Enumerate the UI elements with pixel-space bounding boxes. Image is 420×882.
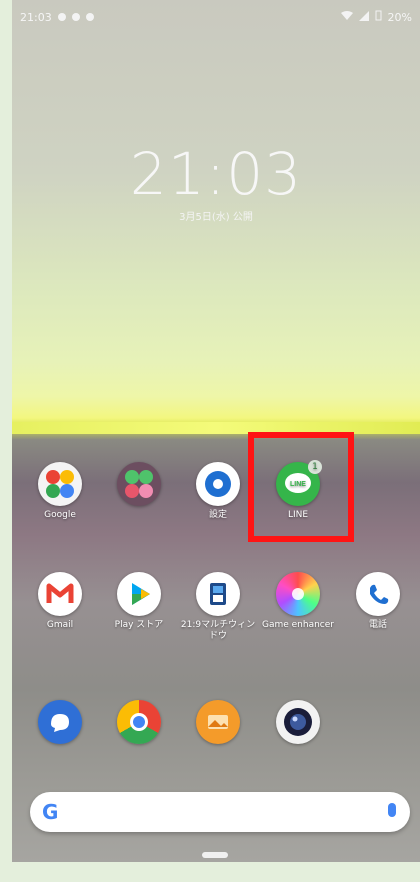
lockscreen-date: 3月5日(水) 公開: [179, 212, 253, 223]
gmail-icon: [38, 572, 82, 616]
app-label: 設定: [208, 510, 227, 520]
wifi-icon: [340, 10, 353, 24]
app-camera[interactable]: [258, 700, 338, 748]
signal-icon: [358, 10, 369, 24]
app-multiwindow[interactable]: 21:9マルチウィンドウ: [178, 572, 258, 642]
svg-text:LINE: LINE: [290, 481, 306, 488]
app-phone[interactable]: 電話: [338, 572, 418, 631]
app-folder[interactable]: [99, 462, 179, 510]
app-label: LINE: [287, 510, 309, 520]
app-label: Google: [44, 510, 76, 520]
gallery-icon: [196, 700, 240, 744]
wallpaper-band: [12, 422, 420, 434]
home-gesture-pill[interactable]: [202, 852, 228, 858]
chrome-icon: [117, 700, 161, 744]
google-search-bar[interactable]: G: [30, 792, 410, 832]
app-chrome[interactable]: [99, 700, 179, 748]
multiwindow-icon: [196, 572, 240, 616]
app-label: Game enhancer: [261, 620, 334, 630]
phone-screen: 21:03 20% 21:03 3月5日(水) 公開 Google 設定 LIN…: [12, 0, 420, 862]
app-google-folder[interactable]: Google: [20, 462, 100, 521]
settings-gear-icon: [196, 462, 240, 506]
app-gallery[interactable]: [178, 700, 258, 748]
app-label: 21:9マルチウィンドウ: [180, 620, 256, 641]
status-time: 21:03: [20, 10, 52, 24]
app-gmail[interactable]: Gmail: [20, 572, 100, 631]
lockscreen-clock: 21:03: [129, 140, 303, 208]
notification-icon: [57, 13, 66, 21]
notification-icon: [85, 13, 94, 21]
microphone-icon[interactable]: [388, 803, 396, 817]
app-label: Play ストア: [114, 620, 164, 630]
app-messages[interactable]: [20, 700, 100, 748]
battery-percent: 20%: [387, 10, 412, 24]
phone-icon: [356, 572, 400, 616]
status-bar: 21:03 20%: [12, 0, 420, 34]
camera-icon: [276, 700, 320, 744]
notification-badge: 1: [308, 460, 322, 474]
app-line[interactable]: LINE 1 LINE: [258, 460, 338, 521]
app-play-store[interactable]: Play ストア: [99, 572, 179, 631]
apps-folder-icon: [117, 462, 161, 506]
app-label: 電話: [368, 620, 387, 630]
game-enhancer-icon: [276, 572, 320, 616]
line-icon: LINE 1: [276, 460, 322, 506]
app-label: Gmail: [46, 620, 74, 630]
messages-icon: [38, 700, 82, 744]
notification-icon: [71, 13, 80, 21]
google-logo: G: [42, 800, 59, 824]
battery-icon: [375, 10, 382, 24]
play-store-icon: [117, 572, 161, 616]
app-settings[interactable]: 設定: [178, 462, 258, 521]
app-game-enhancer[interactable]: Game enhancer: [258, 572, 338, 631]
google-folder-icon: [38, 462, 82, 506]
